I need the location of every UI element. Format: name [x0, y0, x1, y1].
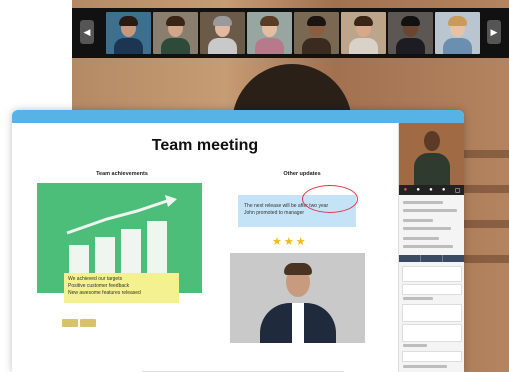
panel-text-line [403, 219, 433, 222]
whiteboard-window: ⚙ Team meeting Team achievements Other u… [12, 110, 464, 372]
participant-strip: ◀ ▶ [72, 8, 509, 58]
participant-thumbnail[interactable] [106, 12, 151, 54]
participant-thumbnail[interactable] [200, 12, 245, 54]
panel-item[interactable] [402, 304, 462, 322]
strip-prev-button[interactable]: ◀ [80, 20, 94, 44]
call-controls: ● ● ● ● ▢ [399, 185, 464, 195]
like-icon[interactable] [62, 319, 78, 327]
note-line: Positive customer feedback [68, 283, 130, 289]
panel-text-line [403, 209, 457, 212]
self-head [424, 131, 440, 151]
panel-text-line [403, 245, 453, 248]
panel-item[interactable] [402, 324, 462, 342]
note-line: We achieved our targets [68, 276, 123, 282]
panel-tab[interactable] [399, 255, 421, 262]
panel-text-line [403, 365, 447, 368]
participant-thumbnail[interactable] [435, 12, 480, 54]
self-video [399, 123, 464, 185]
settings-icon[interactable]: ● [442, 187, 446, 193]
photo-shirt [292, 303, 304, 343]
panel-item[interactable] [402, 351, 462, 362]
employee-photo[interactable] [230, 253, 365, 343]
participant-thumbnail[interactable] [341, 12, 386, 54]
fullscreen-icon[interactable]: ▢ [455, 187, 461, 194]
panel-text-line [403, 344, 427, 347]
strip-next-button[interactable]: ▶ [487, 20, 501, 44]
side-panel: ● ● ● ● ▢ [398, 123, 464, 372]
panel-item[interactable] [402, 266, 462, 282]
comment-icon[interactable] [80, 319, 96, 327]
participant-thumbnail[interactable] [153, 12, 198, 54]
note-line: New awesome features released [68, 290, 141, 296]
panel-tabs [399, 255, 464, 262]
red-ink-circle [302, 185, 358, 213]
mute-icon[interactable]: ● [416, 187, 420, 193]
window-top-bar [12, 110, 464, 123]
rating-stars: ★★★ [272, 236, 308, 248]
board-title: Team meeting [151, 137, 259, 154]
participant-thumbnail[interactable] [294, 12, 339, 54]
panel-item[interactable] [402, 284, 462, 295]
whiteboard-canvas[interactable]: Team meeting Team achievements Other upd… [12, 123, 398, 372]
camera-icon[interactable]: ● [429, 187, 433, 193]
panel-tab[interactable] [443, 255, 464, 262]
panel-tab[interactable] [421, 255, 443, 262]
participant-thumbnail[interactable] [247, 12, 292, 54]
panel-text-line [403, 201, 443, 204]
photo-hair [284, 263, 312, 275]
panel-text-line [403, 237, 439, 240]
self-body [414, 153, 450, 185]
participant-thumbnail[interactable] [388, 12, 433, 54]
panel-text-line [403, 227, 451, 230]
other-updates-heading: Other updates [283, 171, 321, 177]
panel-text-line [403, 297, 433, 300]
team-achievements-heading: Team achievements [96, 171, 148, 177]
end-call-icon[interactable]: ● [404, 187, 408, 193]
achievements-sticky-note[interactable]: We achieved our targets Positive custome… [64, 273, 179, 303]
note-actions [62, 319, 96, 327]
